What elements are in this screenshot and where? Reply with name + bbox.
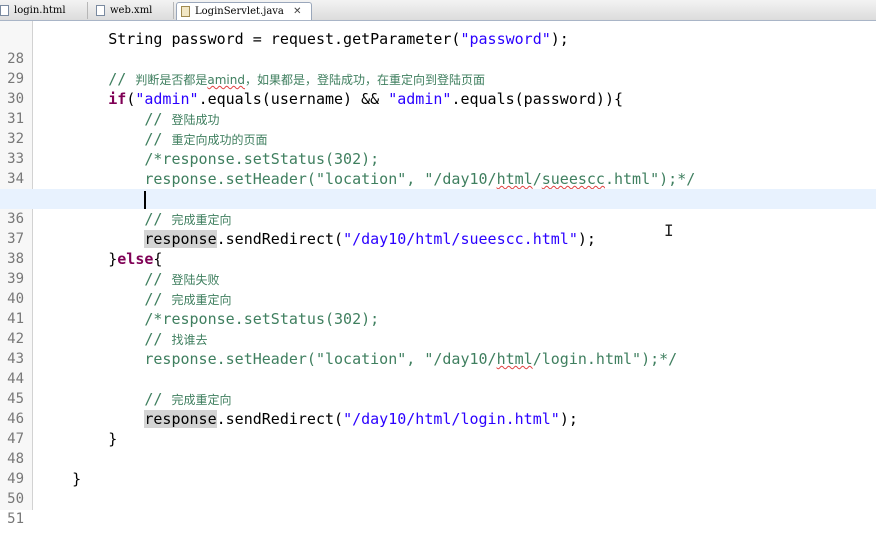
java-file-icon [181,6,190,17]
code-line: 46 // 完成重定向 [0,389,876,427]
code-line: 41 // 完成重定向 [0,289,876,327]
code-line: 49 [0,449,876,487]
close-tab-icon[interactable]: ✕ [293,6,301,17]
code-line: 48 } [0,429,876,467]
html-file-icon [0,5,9,16]
code-line: 44 response.setHeader("location", "/day1… [0,349,876,387]
code-line: 31 if("admin".equals(username) && "admin… [0,89,876,127]
code-line: 30 // 判断是否都是amind，如果都是，登陆成功，在重定向到登陆页面 [0,69,876,107]
code-line: 29 [0,49,876,87]
code-line: 34 /*response.setStatus(302); [0,149,876,187]
code-line: 43 // 找谁去 [0,329,876,367]
code-line: 38 response.sendRedirect("/day10/html/su… [0,229,876,267]
code-line: 51 [0,489,876,527]
tab-label: LoginServlet.java [195,6,284,17]
code-line: 28 String password = request.getParamete… [0,29,876,67]
tab-label: login.html [14,5,66,16]
code-line: 42 /*response.setStatus(302); [0,309,876,347]
tab-loginservlet-java[interactable]: LoginServlet.java ✕ [176,2,312,20]
code-line: 32 // 登陆成功 [0,109,876,147]
text-caret [144,190,147,209]
tab-label: web.xml [110,5,153,16]
ibeam-cursor-icon: I [664,221,674,240]
code-line: 39 }else{ [0,249,876,287]
tab-login-html[interactable]: login.html [0,2,88,19]
tab-web-xml[interactable]: web.xml [92,2,174,19]
code-line-current: 36 [0,189,876,227]
code-line: 50 } [0,469,876,507]
code-line: 37 // 完成重定向 [0,209,876,247]
code-line: 35 response.setHeader("location", "/day1… [0,169,876,207]
code-line: 33 // 重定向成功的页面 [0,129,876,167]
editor-tab-bar: login.html web.xml LoginServlet.java ✕ [0,0,876,21]
code-line: 40 // 登陆失败 [0,269,876,307]
code-line: 45 [0,369,876,407]
line-number: 51 [7,511,24,527]
code-line: 47 response.sendRedirect("/day10/html/lo… [0,409,876,447]
code-editor[interactable]: 28 String password = request.getParamete… [0,21,876,527]
xml-file-icon [96,5,105,16]
